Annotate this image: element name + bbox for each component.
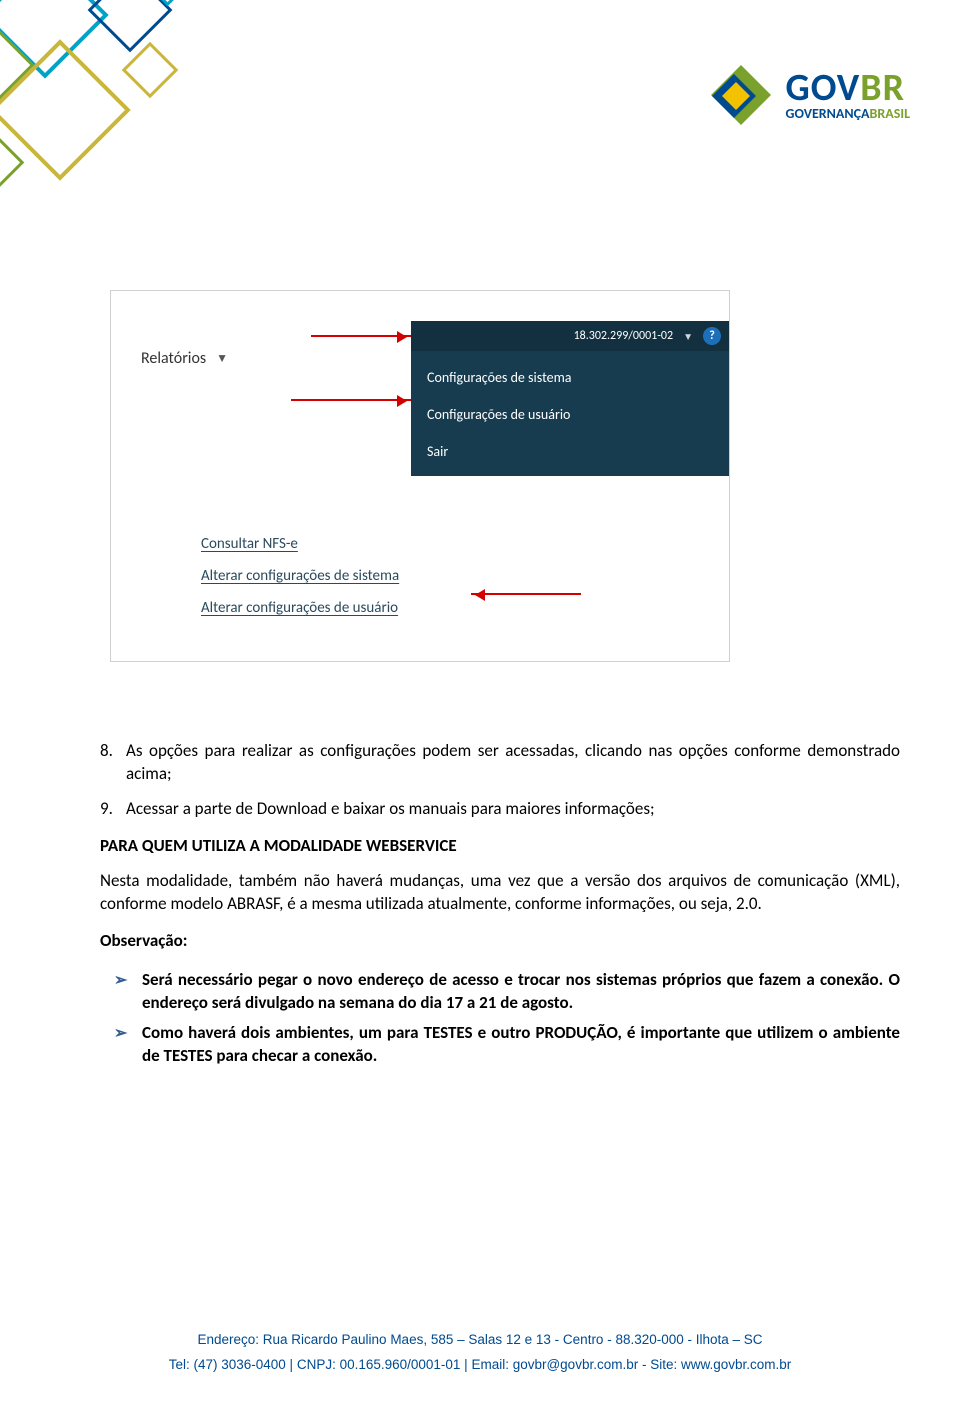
user-cnpj: 18.302.299/0001-02 xyxy=(574,329,674,343)
user-menu-panel: 18.302.299/0001-02 ▼ ? Configurações de … xyxy=(411,321,730,476)
arrow-icon xyxy=(291,399,411,401)
help-icon[interactable]: ? xyxy=(703,327,721,345)
relatorios-label: Relatórios xyxy=(141,349,206,368)
logo-sub-b: BRASIL xyxy=(870,105,910,122)
list-text: As opções para realizar as configurações… xyxy=(126,740,900,786)
page-footer: Endereço: Rua Ricardo Paulino Maes, 585 … xyxy=(0,1327,960,1378)
bullet-item: ➢ Será necessário pegar o novo endereço … xyxy=(114,969,900,1015)
bullet-text: Como haverá dois ambientes, um para TEST… xyxy=(142,1022,900,1068)
paragraph: Nesta modalidade, também não haverá muda… xyxy=(100,870,900,916)
list-num: 8. xyxy=(100,740,126,786)
list-num: 9. xyxy=(100,798,126,821)
menu-item-sair[interactable]: Sair xyxy=(411,433,730,470)
bullet-text: Será necessário pegar o novo endereço de… xyxy=(142,969,900,1015)
embedded-screenshot: Relatórios ▼ 18.302.299/0001-02 ▼ ? Conf… xyxy=(110,290,730,662)
arrow-icon xyxy=(471,593,581,595)
list-text: Acessar a parte de Download e baixar os … xyxy=(126,798,655,821)
list-item: 9. Acessar a parte de Download e baixar … xyxy=(100,798,900,821)
document-body: 8. As opções para realizar as configuraç… xyxy=(100,740,900,1076)
logo-sub-a: GOVERNANÇA xyxy=(786,105,870,122)
list-item: 8. As opções para realizar as configuraç… xyxy=(100,740,900,786)
bullet-item: ➢ Como haverá dois ambientes, um para TE… xyxy=(114,1022,900,1068)
footer-line2: Tel: (47) 3036-0400 | CNPJ: 00.165.960/0… xyxy=(0,1352,960,1378)
logo: GOVBR GOVERNANÇABRASIL xyxy=(706,60,910,130)
observacao-label: Observação: xyxy=(100,930,900,953)
section-heading: PARA QUEM UTILIZA A MODALIDADE WEBSERVIC… xyxy=(100,835,900,858)
menu-item-config-usuario[interactable]: Configurações de usuário xyxy=(411,396,730,433)
relatorios-dropdown[interactable]: Relatórios ▼ xyxy=(141,349,228,368)
caret-down-icon: ▼ xyxy=(683,330,693,343)
logo-mark-icon xyxy=(706,60,776,130)
logo-text: GOVBR GOVERNANÇABRASIL xyxy=(786,69,910,121)
menu-item-config-sistema[interactable]: Configurações de sistema xyxy=(411,359,730,396)
link-alterar-sistema[interactable]: Alterar configurações de sistema xyxy=(201,567,729,585)
link-consultar-nfse[interactable]: Consultar NFS-e xyxy=(201,535,729,553)
decor-diamonds xyxy=(0,0,260,260)
chevron-right-icon: ➢ xyxy=(114,1023,132,1068)
user-menu-header[interactable]: 18.302.299/0001-02 ▼ ? xyxy=(411,321,730,351)
chevron-right-icon: ➢ xyxy=(114,970,132,1015)
arrow-icon xyxy=(311,335,411,337)
caret-down-icon: ▼ xyxy=(216,351,228,366)
footer-line1: Endereço: Rua Ricardo Paulino Maes, 585 … xyxy=(0,1327,960,1353)
link-alterar-usuario[interactable]: Alterar configurações de usuário xyxy=(201,599,729,617)
